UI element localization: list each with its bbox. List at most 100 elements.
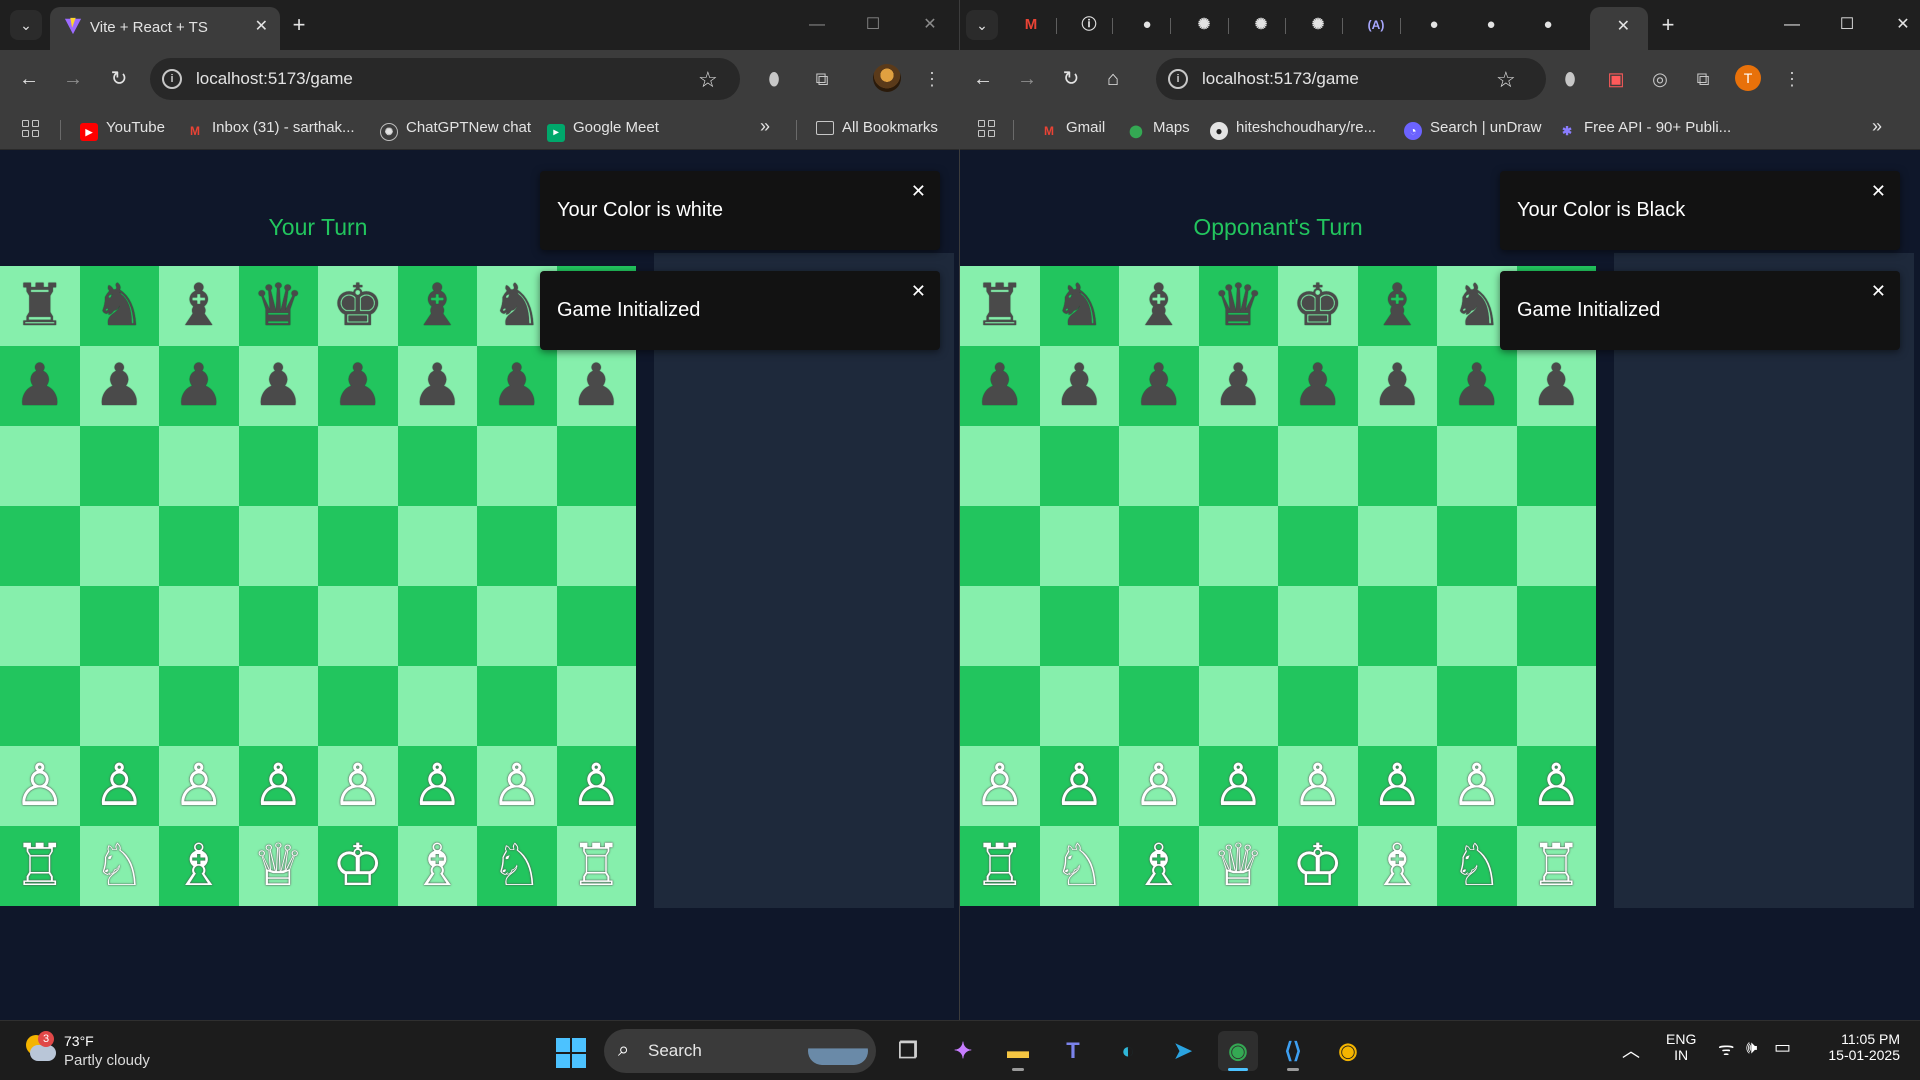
profile-avatar[interactable]: T — [1735, 65, 1761, 91]
chess-piece[interactable]: ♜ — [14, 277, 66, 335]
board-square[interactable] — [1039, 506, 1119, 586]
profile-avatar[interactable] — [873, 64, 901, 92]
board-square[interactable]: ♝ — [1357, 266, 1437, 346]
board-square[interactable]: ♟ — [1198, 346, 1278, 426]
chess-piece[interactable]: ♝ — [173, 277, 225, 335]
board-square[interactable] — [1119, 586, 1199, 666]
chess-piece[interactable]: ♖ — [1530, 837, 1582, 895]
board-square[interactable] — [79, 426, 159, 506]
chess-piece[interactable]: ♟ — [1451, 357, 1503, 415]
site-info-icon[interactable]: i — [1168, 69, 1188, 89]
board-square[interactable]: ♝ — [159, 266, 239, 346]
board-square[interactable] — [318, 506, 398, 586]
board-square[interactable] — [477, 426, 557, 506]
clock[interactable]: 11:05 PM 15-01-2025 — [1820, 1031, 1900, 1063]
close-icon[interactable]: ✕ — [1871, 181, 1886, 202]
board-square[interactable] — [318, 666, 398, 746]
chess-piece[interactable]: ♘ — [93, 837, 145, 895]
chess-piece[interactable]: ♟ — [1530, 357, 1582, 415]
back-icon[interactable]: ← — [14, 64, 44, 94]
board-square[interactable] — [556, 426, 636, 506]
wifi-icon[interactable]: ᯤ — [1718, 1037, 1734, 1061]
board-square[interactable]: ♙ — [477, 746, 557, 826]
board-square[interactable] — [1357, 586, 1437, 666]
chess-piece[interactable]: ♘ — [1053, 837, 1105, 895]
chess-piece[interactable]: ♙ — [974, 757, 1026, 815]
chess-piece[interactable]: ♟ — [93, 357, 145, 415]
chrome-icon[interactable]: ◉ — [1218, 1031, 1258, 1071]
board-square[interactable]: ♙ — [1198, 746, 1278, 826]
board-square[interactable] — [1278, 426, 1358, 506]
board-square[interactable]: ♟ — [960, 346, 1040, 426]
board-square[interactable]: ♟ — [0, 346, 80, 426]
board-square[interactable] — [238, 666, 318, 746]
board-square[interactable] — [238, 426, 318, 506]
board-square[interactable]: ♟ — [1278, 346, 1358, 426]
tab-search-button[interactable]: ⌄ — [10, 10, 42, 40]
board-square[interactable] — [960, 506, 1040, 586]
board-square[interactable] — [1198, 586, 1278, 666]
minimize-button[interactable]: — — [1777, 12, 1807, 38]
board-square[interactable]: ♘ — [1039, 826, 1119, 906]
board-square[interactable]: ♟ — [397, 346, 477, 426]
chess-piece[interactable]: ♙ — [570, 757, 622, 815]
board-square[interactable]: ♟ — [79, 346, 159, 426]
address-bar[interactable]: i localhost:5173/game ☆ — [1156, 58, 1546, 100]
board-square[interactable]: ♕ — [1198, 826, 1278, 906]
board-square[interactable]: ♙ — [318, 746, 398, 826]
board-square[interactable] — [1278, 506, 1358, 586]
chess-piece[interactable]: ♙ — [1451, 757, 1503, 815]
board-square[interactable]: ♟ — [1516, 346, 1596, 426]
chess-piece[interactable]: ♟ — [1212, 357, 1264, 415]
board-square[interactable]: ♟ — [477, 346, 557, 426]
board-square[interactable]: ♝ — [397, 266, 477, 346]
extensions-icon[interactable]: ⧉ — [1689, 65, 1717, 93]
bookmark-google-meet[interactable]: ▸ Google Meet — [547, 119, 659, 142]
board-square[interactable] — [1278, 666, 1358, 746]
chess-piece[interactable]: ♔ — [1292, 837, 1344, 895]
chess-piece[interactable]: ♙ — [1530, 757, 1582, 815]
bookmark-chatgpt[interactable]: ✺ ChatGPTNew chat — [380, 119, 531, 141]
board-square[interactable] — [79, 666, 159, 746]
task-view-icon[interactable]: ❐ — [888, 1031, 928, 1071]
board-square[interactable] — [1039, 666, 1119, 746]
board-square[interactable]: ♗ — [1119, 826, 1199, 906]
chess-piece[interactable]: ♕ — [1212, 837, 1264, 895]
board-square[interactable] — [0, 586, 80, 666]
board-square[interactable] — [1437, 666, 1517, 746]
board-square[interactable] — [1516, 666, 1596, 746]
board-square[interactable]: ♗ — [1357, 826, 1437, 906]
board-square[interactable] — [1437, 506, 1517, 586]
board-square[interactable]: ♙ — [1278, 746, 1358, 826]
board-square[interactable] — [397, 666, 477, 746]
extension-target-icon[interactable]: ◎ — [1646, 65, 1674, 93]
board-square[interactable] — [1119, 666, 1199, 746]
all-bookmarks[interactable]: All Bookmarks — [816, 119, 938, 141]
bookmark-star-icon[interactable]: ☆ — [1496, 67, 1516, 93]
board-square[interactable]: ♗ — [159, 826, 239, 906]
board-square[interactable] — [477, 506, 557, 586]
board-square[interactable]: ♔ — [318, 826, 398, 906]
board-square[interactable] — [79, 586, 159, 666]
board-square[interactable]: ♙ — [238, 746, 318, 826]
extension-pin-icon[interactable]: ⬮ — [1556, 65, 1584, 93]
board-square[interactable] — [1119, 506, 1199, 586]
board-square[interactable]: ♟ — [238, 346, 318, 426]
extension-red-icon[interactable]: ▣ — [1602, 65, 1630, 93]
bookmark-github[interactable]: ● hiteshchoudhary/re... — [1210, 119, 1376, 141]
board-square[interactable]: ♜ — [960, 266, 1040, 346]
show-hidden-icons[interactable]: ︿ — [1622, 1037, 1640, 1063]
chess-piece[interactable]: ♟ — [1371, 357, 1423, 415]
board-square[interactable] — [0, 666, 80, 746]
back-icon[interactable]: ← — [968, 64, 998, 94]
chess-piece[interactable]: ♙ — [1371, 757, 1423, 815]
board-square[interactable] — [159, 586, 239, 666]
board-square[interactable] — [397, 586, 477, 666]
chess-piece[interactable]: ♘ — [1451, 837, 1503, 895]
close-icon[interactable]: ✕ — [911, 181, 926, 202]
chess-piece[interactable]: ♙ — [1212, 757, 1264, 815]
close-icon[interactable]: ✕ — [911, 281, 926, 302]
board-square[interactable]: ♙ — [79, 746, 159, 826]
home-icon[interactable]: ⌂ — [1098, 64, 1128, 94]
board-square[interactable]: ♙ — [1119, 746, 1199, 826]
